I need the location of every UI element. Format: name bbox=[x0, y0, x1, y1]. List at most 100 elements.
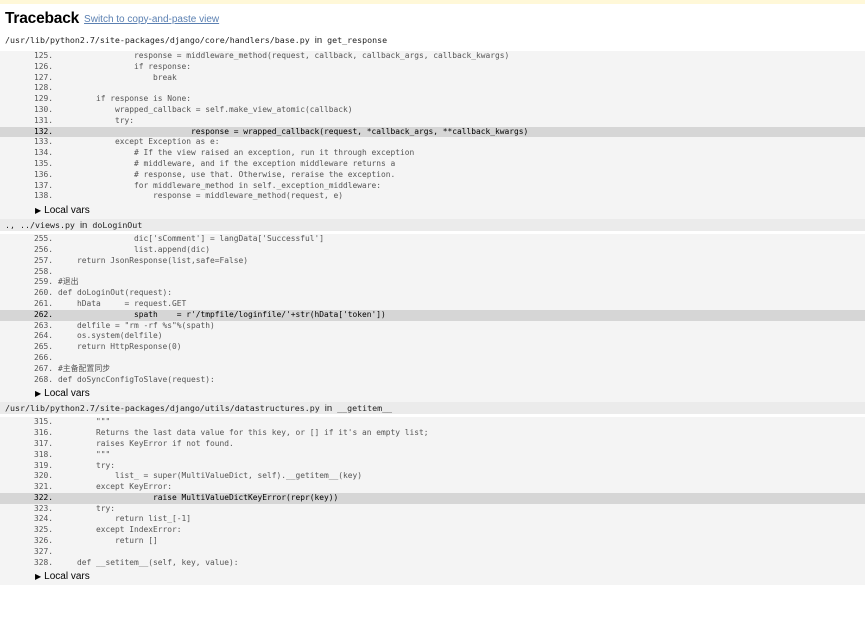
line-number: 315. bbox=[34, 417, 54, 427]
frame-file-path: /usr/lib/python2.7/site-packages/django/… bbox=[5, 35, 310, 45]
frame-context[interactable]: 125. response = middleware_method(reques… bbox=[0, 51, 865, 220]
line-number: 322. bbox=[34, 492, 54, 502]
line-code: def doSyncConfigToSlave(request): bbox=[58, 374, 215, 384]
code-line: 125. response = middleware_method(reques… bbox=[0, 51, 865, 62]
code-line: 315. """ bbox=[0, 417, 865, 428]
frame-function-name: doLoginOut bbox=[92, 220, 143, 231]
line-number: 137. bbox=[34, 180, 54, 190]
code-line: 129. if response is None: bbox=[0, 94, 865, 105]
line-code: raises KeyError if not found. bbox=[58, 438, 234, 448]
code-line: 327. bbox=[0, 547, 865, 558]
line-number: 326. bbox=[34, 536, 54, 546]
line-number: 321. bbox=[34, 482, 54, 492]
frame-function-name: __getitem__ bbox=[337, 403, 393, 414]
line-code: list.append(dic) bbox=[58, 244, 211, 254]
frame-function-name: get_response bbox=[327, 35, 388, 45]
line-number: 131. bbox=[34, 115, 54, 125]
line-number: 264. bbox=[34, 331, 54, 341]
line-number: 260. bbox=[34, 288, 54, 298]
line-code: if response: bbox=[58, 61, 192, 71]
frame-file-path: /usr/lib/python2.7/site-packages/django/… bbox=[5, 403, 320, 414]
line-code: def __setitem__(self, key, value): bbox=[58, 557, 239, 567]
line-code: """ bbox=[58, 417, 111, 427]
line-code: break bbox=[58, 72, 177, 82]
code-line: 133. except Exception as e: bbox=[0, 137, 865, 148]
line-code: except Exception as e: bbox=[58, 137, 220, 147]
line-code: try: bbox=[58, 503, 116, 513]
line-code: return HttpResponse(0) bbox=[58, 342, 182, 352]
local-vars-label: Local vars bbox=[44, 571, 90, 583]
line-code: os.system(delfile) bbox=[58, 331, 163, 341]
code-line: 321. except KeyError: bbox=[0, 482, 865, 493]
line-number: 258. bbox=[34, 266, 54, 276]
frame-file-path: ., ../views.py bbox=[5, 220, 75, 231]
line-number: 323. bbox=[34, 503, 54, 513]
current-code-line: 132. response = wrapped_callback(request… bbox=[0, 126, 865, 138]
frame-context[interactable]: 255. dic['sComment'] = langData['Success… bbox=[0, 234, 865, 403]
code-line: 128. bbox=[0, 83, 865, 94]
local-vars-label: Local vars bbox=[44, 388, 90, 400]
line-number: 134. bbox=[34, 148, 54, 158]
frame-in-word: in bbox=[324, 403, 333, 415]
code-line: 319. try: bbox=[0, 461, 865, 472]
code-line: 255. dic['sComment'] = langData['Success… bbox=[0, 234, 865, 245]
code-line: 260. def doLoginOut(request): bbox=[0, 288, 865, 299]
line-number: 263. bbox=[34, 320, 54, 330]
line-number: 255. bbox=[34, 234, 54, 244]
code-line: 264. os.system(delfile) bbox=[0, 331, 865, 342]
code-line: 268. def doSyncConfigToSlave(request): bbox=[0, 375, 865, 386]
line-code: response = middleware_method(request, e) bbox=[58, 191, 344, 201]
line-number: 128. bbox=[34, 83, 54, 93]
line-code: response = middleware_method(request, ca… bbox=[58, 51, 510, 60]
line-code: return JsonResponse(list,safe=False) bbox=[58, 255, 249, 265]
line-number: 132. bbox=[34, 126, 54, 136]
line-code: #主备配置同步 bbox=[58, 363, 111, 373]
line-number: 127. bbox=[34, 72, 54, 82]
code-line: 134. # If the view raised an exception, … bbox=[0, 148, 865, 159]
local-vars-toggle[interactable]: ▶ Local vars bbox=[0, 202, 865, 219]
line-number: 135. bbox=[34, 158, 54, 168]
line-code: hData = request.GET bbox=[58, 298, 187, 308]
code-line: 258. bbox=[0, 267, 865, 278]
traceback-frame: /usr/lib/python2.7/site-packages/django/… bbox=[0, 402, 865, 586]
code-line: 259. #退出 bbox=[0, 277, 865, 288]
code-line: 324. return list_[-1] bbox=[0, 514, 865, 525]
code-line: 323. try: bbox=[0, 504, 865, 515]
code-line: 126. if response: bbox=[0, 62, 865, 73]
line-code: """ bbox=[58, 449, 111, 459]
line-code: try: bbox=[58, 115, 135, 125]
code-line: 318. """ bbox=[0, 450, 865, 461]
code-line: 136. # response, use that. Otherwise, re… bbox=[0, 170, 865, 181]
local-vars-label: Local vars bbox=[44, 205, 90, 217]
line-code: dic['sComment'] = langData['Successful'] bbox=[58, 234, 325, 244]
line-number: 317. bbox=[34, 438, 54, 448]
line-number: 257. bbox=[34, 255, 54, 265]
switch-copy-paste-link[interactable]: Switch to copy-and-paste view bbox=[84, 14, 219, 25]
line-number: 262. bbox=[34, 309, 54, 319]
line-code: # response, use that. Otherwise, reraise… bbox=[58, 169, 396, 179]
line-code: wrapped_callback = self.make_view_atomic… bbox=[58, 104, 353, 114]
line-number: 138. bbox=[34, 191, 54, 201]
line-number: 261. bbox=[34, 298, 54, 308]
line-number: 318. bbox=[34, 449, 54, 459]
code-line: 316. Returns the last data value for thi… bbox=[0, 428, 865, 439]
line-code: except IndexError: bbox=[58, 525, 182, 535]
code-line: 257. return JsonResponse(list,safe=False… bbox=[0, 256, 865, 267]
line-code: list_ = super(MultiValueDict, self).__ge… bbox=[58, 471, 363, 481]
line-number: 325. bbox=[34, 525, 54, 535]
local-vars-toggle[interactable]: ▶ Local vars bbox=[0, 568, 865, 585]
line-number: 126. bbox=[34, 61, 54, 71]
local-vars-toggle[interactable]: ▶ Local vars bbox=[0, 385, 865, 402]
line-code: raise MultiValueDictKeyError(repr(key)) bbox=[58, 492, 339, 502]
code-line: 138. response = middleware_method(reques… bbox=[0, 191, 865, 202]
code-line: 266. bbox=[0, 353, 865, 364]
line-code: response = wrapped_callback(request, *ca… bbox=[58, 126, 529, 136]
code-line: 137. for middleware_method in self._exce… bbox=[0, 181, 865, 192]
expand-triangle-icon: ▶ bbox=[35, 389, 42, 399]
line-number: 136. bbox=[34, 169, 54, 179]
line-code: #退出 bbox=[58, 277, 79, 287]
line-number: 125. bbox=[34, 51, 54, 60]
line-code: except KeyError: bbox=[58, 482, 173, 492]
traceback-frame: /usr/lib/python2.7/site-packages/django/… bbox=[0, 34, 865, 220]
frame-context[interactable]: 315. """ 316. Returns the last data valu… bbox=[0, 417, 865, 586]
